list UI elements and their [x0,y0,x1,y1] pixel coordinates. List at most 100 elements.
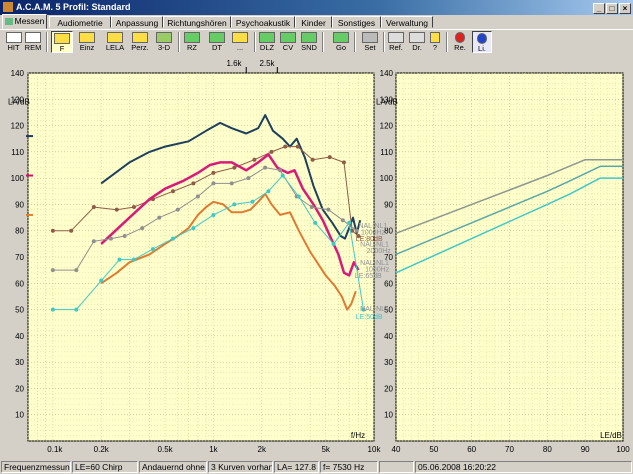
left-y-tick-label: 90 [15,200,24,209]
left-ear-label: Li. [478,44,486,53]
right-y-tick-label: 30 [384,358,393,367]
tab-label: Sonstiges [337,18,376,28]
left-x-tick-label: 10k [368,445,382,454]
left-series-point [252,157,257,162]
help-button[interactable]: ? [428,31,442,53]
right-y-tick-label: 120 [380,122,394,131]
left-series-point [108,236,113,241]
right-x-tick-label: 40 [392,445,401,454]
left-series-point [140,226,145,231]
right-x-axis-label: LE/dB [600,431,622,440]
toolbar-separator [46,32,48,52]
left-series-point [171,189,176,194]
left-series-point [269,149,274,154]
left-x-tick-label: 5k [321,445,330,454]
left-series-point [91,239,96,244]
sound-button[interactable]: SND [299,31,319,53]
set-label: Set [364,43,376,52]
tab-messen[interactable]: Messen [2,14,47,29]
right-x-tick-label: 60 [467,445,476,454]
sound-label: SND [301,43,317,52]
left-series-point [150,247,155,252]
status-condition: Andauernd ohne mitte [139,461,207,473]
left-series-point [91,205,96,210]
tab-label: Messen [14,16,45,26]
measurement-charts[interactable]: 1.6k 2.5k 102030405060708090100110120130… [0,55,633,460]
frequency-button[interactable]: F [51,31,73,53]
glasses-icon [388,32,404,43]
left-series-point [211,181,216,186]
curve-label: 2000Hz [367,248,392,255]
close-button[interactable]: × [619,3,631,14]
rz-button[interactable]: RZ [181,31,203,53]
dlz-label: DLZ [259,43,275,52]
maximize-button[interactable]: □ [606,3,618,14]
tab-richtungshoeren[interactable]: Richtungshören [163,16,231,28]
tab-audiometrie[interactable]: Audiometrie [49,16,111,28]
left-y-tick-label: 110 [11,148,24,157]
left-series-point [131,257,136,262]
chart-area[interactable]: 1.6k 2.5k 10 20 30 40 50 60 70 80 90 100 110 120 130… [0,55,633,460]
right-y-tick-label: 20 [384,384,393,393]
left-series-point [295,144,300,149]
dlz-button[interactable]: DLZ [257,31,277,53]
lela-button[interactable]: LELA [104,31,126,53]
main-tabs: Messen Audiometrie Anpassung Richtungshö… [0,14,633,30]
tab-verwaltung[interactable]: Verwaltung [381,16,433,28]
toolbar: HIT REM F Einz LELA Perz. 3-D RZ DT ... … [0,30,633,55]
status-datetime: 05.06.2008 16:20:22 [415,461,632,473]
rem-label: REM [24,43,42,52]
dt-button[interactable]: DT [206,31,228,53]
left-x-tick-label: 0.1k [47,445,63,454]
left-series-point [326,207,331,212]
help-icon [430,32,440,43]
top-marker-1600: 1.6k [226,59,242,68]
hit-button[interactable]: HIT [5,31,22,53]
left-series-point [340,218,345,223]
left-y-tick-label: 50 [15,306,24,315]
right-ear-icon [455,32,465,43]
left-ear-button[interactable]: Li. [472,31,492,53]
percentile-icon [132,32,148,43]
dt-label: DT [212,43,222,52]
print-button[interactable]: Dr. [407,31,427,53]
status-mode: Frequenzmessung [1,461,71,473]
right-ear-label: Re. [454,43,466,52]
left-series-point [211,212,216,217]
status-bar: Frequenzmessung LE=60 Chirp Andauernd oh… [0,460,633,474]
frequency-label: F [59,44,65,53]
tab-anpassung[interactable]: Anpassung [111,16,163,28]
3d-button[interactable]: 3-D [153,31,175,53]
right-y-tick-label: 110 [380,148,393,157]
ref-button[interactable]: Ref. [386,31,406,53]
left-x-tick-label: 1k [209,445,218,454]
hit-icon [5,32,22,43]
tab-kinder[interactable]: Kinder [295,16,332,28]
minimize-button[interactable]: _ [593,3,605,14]
cv-button[interactable]: CV [278,31,298,53]
right-ear-button[interactable]: Re. [450,31,470,53]
left-series-point [131,205,136,210]
rz-label: RZ [187,43,197,52]
cv-label: CV [282,43,294,52]
left-series-point [246,176,251,181]
toolbar-separator [254,32,256,52]
left-y-axis-label: LA/dB [8,97,30,106]
single-button[interactable]: Einz [76,31,98,53]
rz-icon [184,32,200,43]
left-series-point [313,220,318,225]
tab-psychoakustik[interactable]: Psychoakustik [231,16,295,28]
left-y-tick-label: 140 [11,69,25,78]
left-series-point [232,165,237,170]
set-button[interactable]: Set [360,31,380,53]
curve-label: LE:50dB [356,314,383,321]
more-button[interactable]: ... [229,31,251,53]
left-series-point [229,181,234,186]
left-series-point [278,168,283,173]
tab-sonstiges[interactable]: Sonstiges [332,16,381,28]
go-button[interactable]: Go [331,31,351,53]
rem-button[interactable]: REM [24,31,42,53]
curve-label: LE:65dB [355,273,382,280]
left-y-tick-label: 80 [15,227,24,236]
percentile-button[interactable]: Perz. [129,31,151,53]
